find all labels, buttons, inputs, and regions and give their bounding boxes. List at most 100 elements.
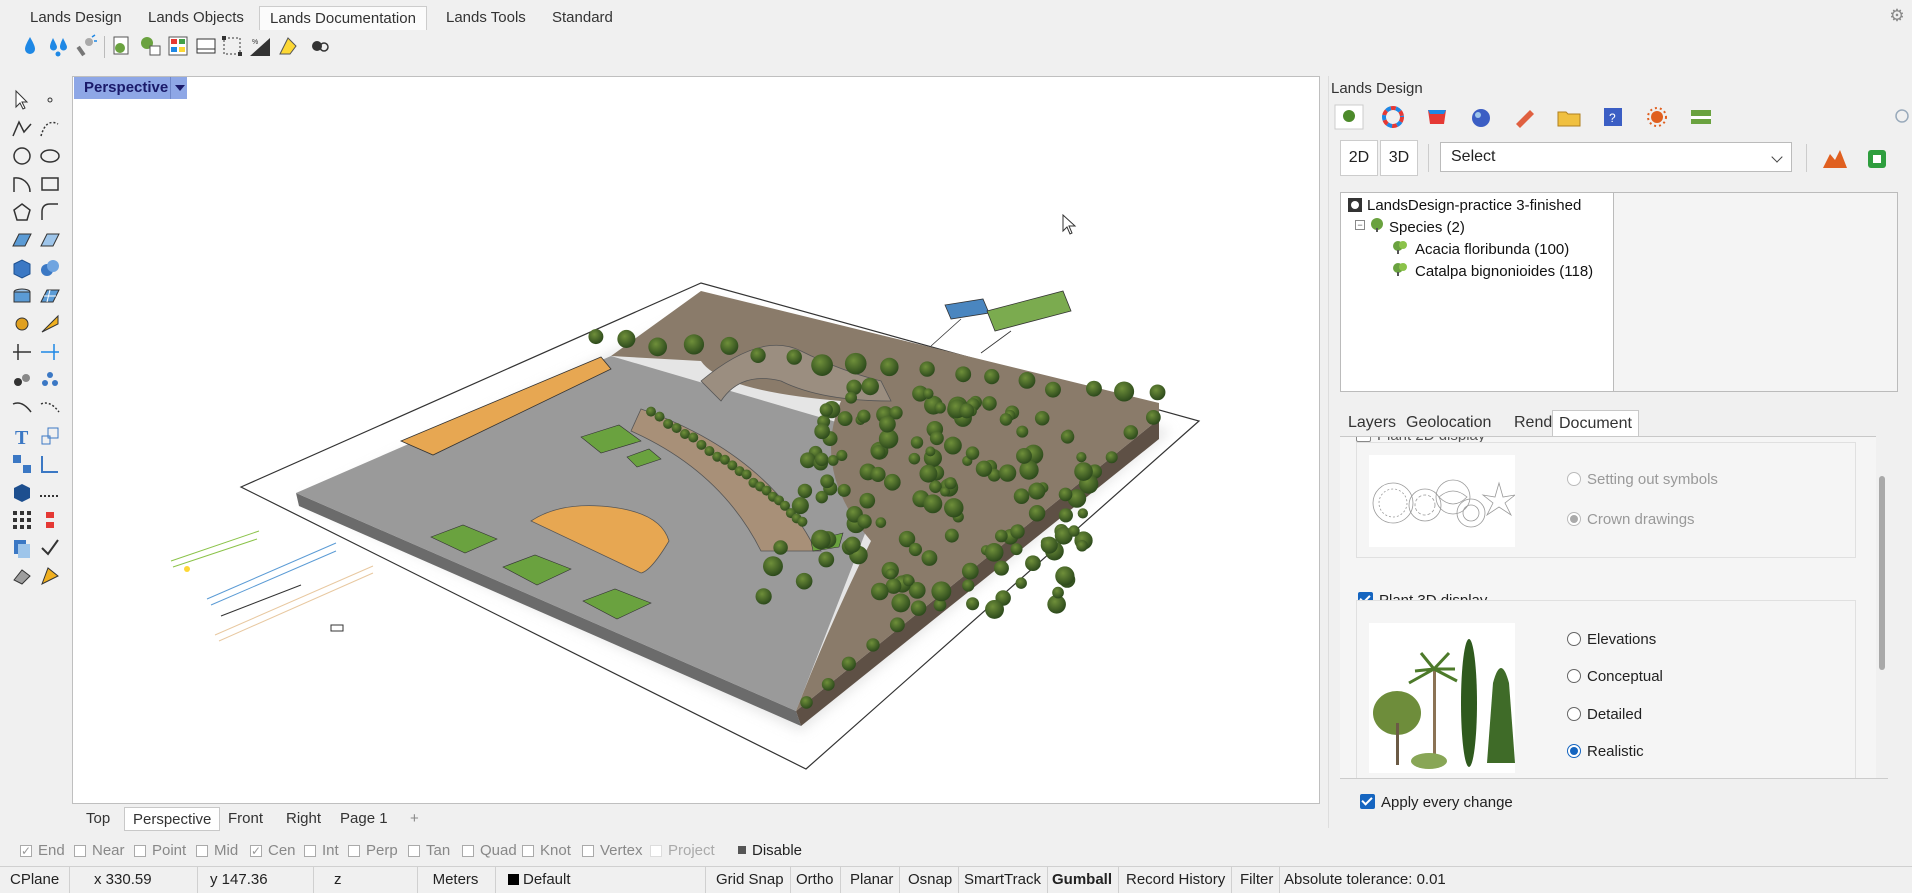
tab-lands-tools[interactable]: Lands Tools (436, 6, 536, 30)
array-icon[interactable] (10, 508, 34, 532)
tab-front[interactable]: Front (220, 807, 271, 831)
dimension-icon[interactable] (38, 312, 62, 336)
help-book-icon[interactable]: ? (1598, 104, 1628, 130)
tab-geolocation[interactable]: Geolocation (1400, 410, 1497, 436)
osnap-near[interactable]: Near (74, 842, 125, 860)
material-icon[interactable] (38, 564, 62, 588)
split-icon[interactable] (38, 340, 62, 364)
trim-icon[interactable] (10, 340, 34, 364)
text-icon[interactable]: T (10, 424, 34, 448)
tab-layers[interactable]: Layers (1342, 410, 1402, 436)
group-icon[interactable] (10, 452, 34, 476)
extrude-icon[interactable] (10, 284, 34, 308)
analyze-icon[interactable] (38, 452, 62, 476)
offset-icon[interactable] (10, 396, 34, 420)
surface-edit-icon[interactable] (38, 228, 62, 252)
radio-realistic[interactable]: Realistic (1567, 743, 1644, 760)
osnap-cen[interactable]: Cen (250, 842, 296, 860)
circle-icon[interactable] (10, 144, 34, 168)
block-tag-icon[interactable]: % (248, 34, 272, 58)
point-icon[interactable] (38, 88, 62, 112)
status-layer[interactable]: Default (502, 867, 706, 893)
osnap-end[interactable]: End (20, 842, 65, 860)
gear-tool-icon[interactable] (10, 312, 34, 336)
radio-setting-out-symbols[interactable]: Setting out symbols (1567, 471, 1718, 488)
fillet-icon[interactable] (38, 200, 62, 224)
osnap-quad[interactable]: Quad (462, 842, 517, 860)
measure-icon[interactable] (38, 480, 62, 504)
status-gumball[interactable]: Gumball (1046, 867, 1120, 893)
mesh-icon[interactable] (38, 284, 62, 308)
ellipse-icon[interactable] (38, 144, 62, 168)
align-icon[interactable] (38, 508, 62, 532)
plant-panel-icon[interactable] (1334, 104, 1364, 130)
surface-icon[interactable] (10, 228, 34, 252)
check-icon[interactable] (38, 536, 62, 560)
elevation-icon[interactable] (276, 34, 300, 58)
tab-lands-objects[interactable]: Lands Objects (138, 6, 254, 30)
radio-detailed[interactable]: Detailed (1567, 706, 1642, 723)
explode-icon[interactable] (38, 368, 62, 392)
scale-icon[interactable] (38, 424, 62, 448)
osnap-knot[interactable]: Knot (522, 842, 571, 860)
brush-icon[interactable] (1510, 104, 1540, 130)
tab-top[interactable]: Top (78, 807, 118, 831)
tab-right[interactable]: Right (278, 807, 329, 831)
box-icon[interactable] (10, 256, 34, 280)
viewport-menu-chevron-down-icon[interactable] (170, 77, 187, 99)
apply-every-change-checkbox[interactable]: Apply every change (1360, 794, 1513, 811)
section-icon[interactable] (220, 34, 244, 58)
viewport-title[interactable]: Perspective (74, 77, 179, 99)
osnap-vertex[interactable]: Vertex (582, 842, 643, 860)
color-wheel-icon[interactable] (1378, 104, 1408, 130)
curve-icon[interactable] (38, 116, 62, 140)
rectangle-icon[interactable] (38, 172, 62, 196)
select-arrow-icon[interactable] (10, 88, 34, 112)
tab-document[interactable]: Document (1552, 410, 1639, 436)
tree-root-document[interactable]: LandsDesign-practice 3-finished (1367, 197, 1581, 214)
legend-icon[interactable] (194, 34, 218, 58)
3d-mode-button[interactable]: 3D (1380, 140, 1418, 176)
tree-species-node[interactable]: Species (2) (1389, 219, 1465, 236)
select-dropdown[interactable]: Select (1440, 142, 1792, 172)
status-cplane[interactable]: CPlane (4, 867, 70, 893)
osnap-mid[interactable]: Mid (196, 842, 238, 860)
status-osnap[interactable]: Osnap (902, 867, 960, 893)
water-drop-icon[interactable] (18, 34, 42, 58)
plant-table-icon[interactable] (138, 34, 162, 58)
join-icon[interactable] (10, 368, 34, 392)
2d-mode-button[interactable]: 2D (1340, 140, 1378, 176)
terrain-analysis-icon[interactable] (1820, 146, 1850, 172)
tab-lands-design[interactable]: Lands Design (20, 6, 132, 30)
osnap-project[interactable]: Project (650, 842, 715, 860)
layers-stack-icon[interactable] (1422, 104, 1452, 130)
osnap-point[interactable]: Point (134, 842, 186, 860)
osnap-int[interactable]: Int (304, 842, 339, 860)
panel-settings-icon[interactable] (1894, 108, 1910, 124)
copy-icon[interactable] (10, 536, 34, 560)
radio-crown-drawings[interactable]: Crown drawings (1567, 511, 1695, 528)
status-units[interactable]: Meters (416, 867, 496, 893)
folder-icon[interactable] (1554, 104, 1584, 130)
perspective-viewport[interactable] (72, 76, 1320, 804)
tab-standard[interactable]: Standard (542, 6, 623, 30)
render-icon[interactable] (10, 564, 34, 588)
add-view-tab-button[interactable]: + (402, 807, 427, 831)
osnap-tan[interactable]: Tan (408, 842, 450, 860)
material-sphere-icon[interactable] (1466, 104, 1496, 130)
tree-item-acacia[interactable]: Acacia floribunda (100) (1415, 241, 1569, 258)
tree-item-catalpa[interactable]: Catalpa bignonioides (118) (1415, 263, 1593, 280)
collapse-toggle-icon[interactable]: − (1355, 220, 1365, 230)
gear-icon[interactable]: ⚙ (1888, 7, 1906, 25)
export-green-icon[interactable] (1862, 146, 1892, 172)
boolean-icon[interactable] (38, 256, 62, 280)
status-planar[interactable]: Planar (844, 867, 901, 893)
osnap-disable[interactable]: Disable (738, 842, 802, 860)
terrain-panel-icon[interactable] (1686, 104, 1716, 130)
status-smarttrack[interactable]: SmartTrack (958, 867, 1048, 893)
status-filter[interactable]: Filter (1234, 867, 1281, 893)
color-table-icon[interactable] (166, 34, 190, 58)
status-record-history[interactable]: Record History (1120, 867, 1233, 893)
status-grid-snap[interactable]: Grid Snap (710, 867, 791, 893)
radio-conceptual[interactable]: Conceptual (1567, 668, 1663, 685)
